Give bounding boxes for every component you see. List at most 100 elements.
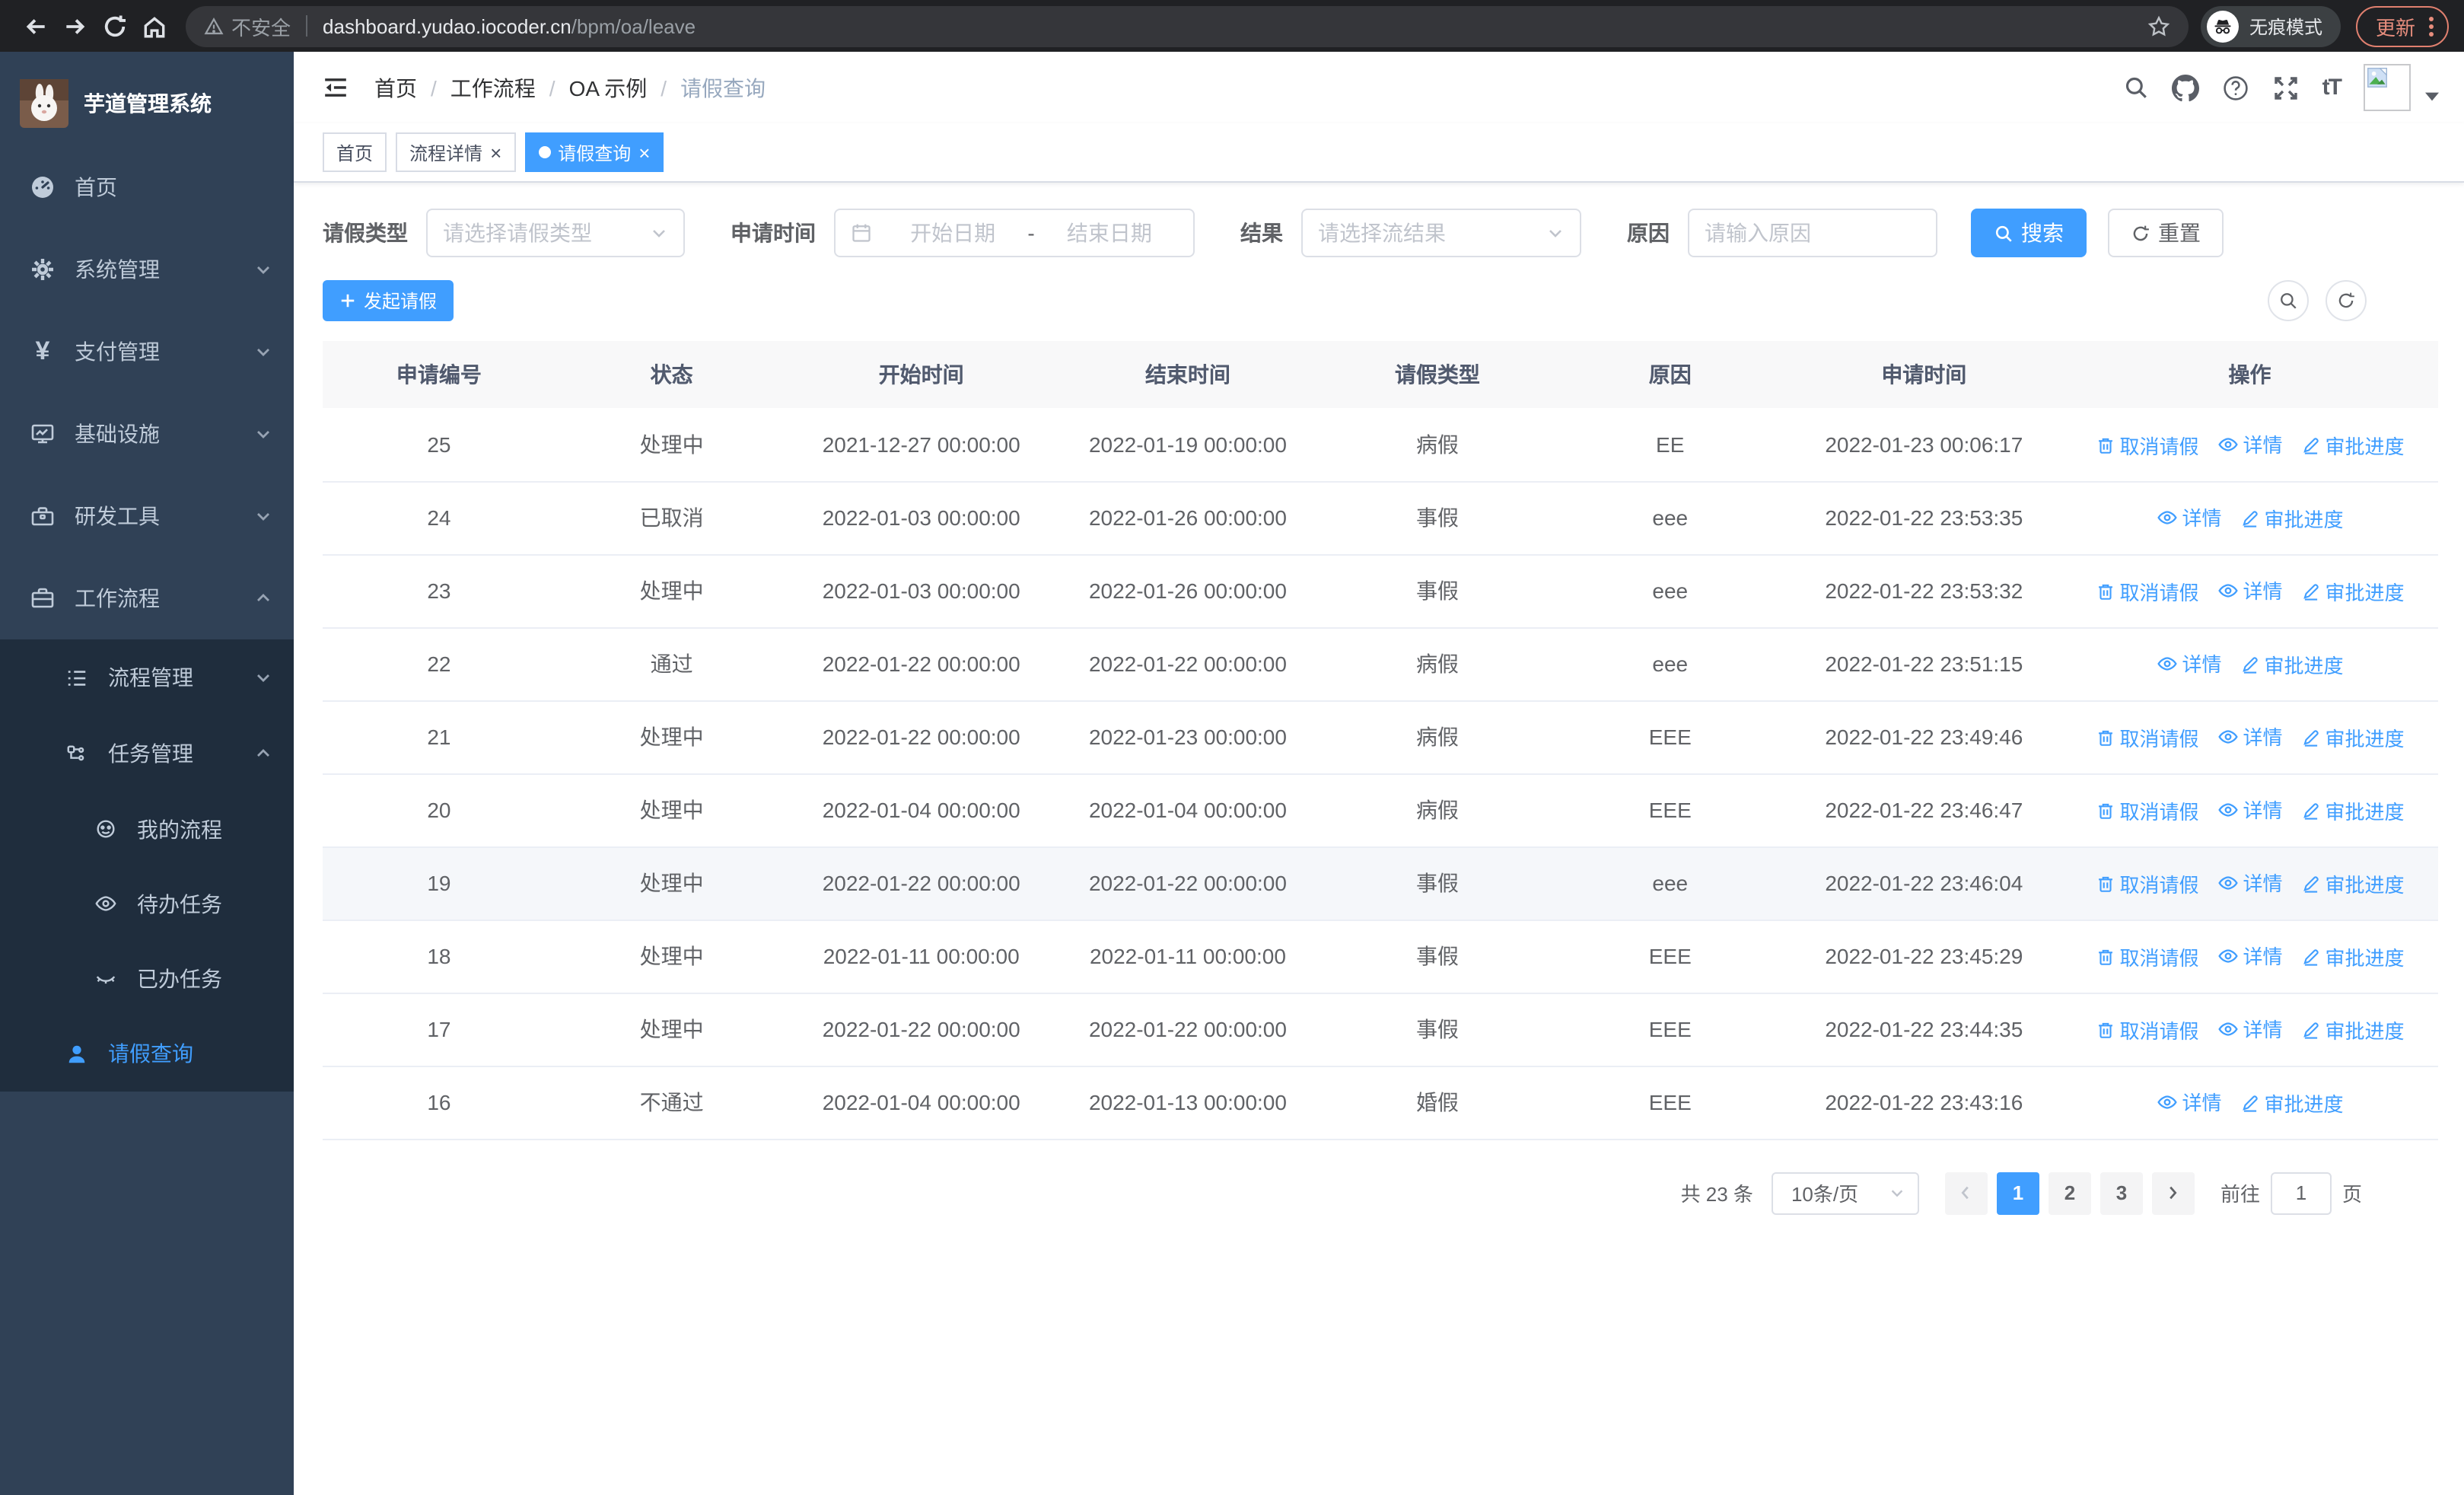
sidebar-item-my-process[interactable]: 我的流程 <box>0 792 294 866</box>
cell-apply-time: 2022-01-22 23:45:29 <box>1786 920 2061 993</box>
detail-action-link[interactable]: 详情 <box>2156 1088 2222 1117</box>
detail-icon <box>2217 433 2238 454</box>
detail-action-link[interactable]: 详情 <box>2217 576 2283 605</box>
detail-action-link[interactable]: 详情 <box>2217 869 2283 897</box>
search-icon[interactable] <box>2123 75 2149 100</box>
sidebar-item-leave-query[interactable]: 请假查询 <box>0 1015 294 1092</box>
reset-button-label: 重置 <box>2158 221 2201 245</box>
page-button-1[interactable]: 1 <box>1996 1171 2039 1214</box>
sidebar-item-process-mgmt[interactable]: 流程管理 <box>0 639 294 716</box>
sidebar-item-devtools[interactable]: 研发工具 <box>0 475 294 557</box>
table-row: 20 处理中 2022-01-04 00:00:00 2022-01-04 00:00… <box>323 773 2438 847</box>
progress-action-link[interactable]: 审批进度 <box>2301 577 2405 606</box>
detail-action-link[interactable]: 详情 <box>2217 429 2283 458</box>
sidebar-item-home[interactable]: 首页 <box>0 146 294 228</box>
page-button-3[interactable]: 3 <box>2099 1171 2143 1214</box>
cancel-action-link[interactable]: 取消请假 <box>2095 1015 2198 1044</box>
cell-actions: 取消请假 详情 审批进度 <box>2061 554 2438 628</box>
sidebar-item-todo-tasks[interactable]: 待办任务 <box>0 866 294 941</box>
sidebar-item-system[interactable]: 系统管理 <box>0 228 294 311</box>
reset-button[interactable]: 重置 <box>2108 209 2224 257</box>
page-size-select[interactable]: 10条/页 <box>1771 1171 1919 1214</box>
close-icon[interactable]: × <box>638 142 650 162</box>
cell-apply-time: 2022-01-22 23:46:47 <box>1786 773 2061 847</box>
progress-action-link[interactable]: 审批进度 <box>2301 796 2405 825</box>
leave-type-select[interactable]: 请选择请假类型 <box>426 209 685 257</box>
progress-action-link[interactable]: 审批进度 <box>2301 942 2405 971</box>
detail-action-link[interactable]: 详情 <box>2217 795 2283 824</box>
address-bar[interactable]: 不安全 dashboard.yudao.iocoder.cn /bpm/oa/l… <box>186 5 2189 46</box>
progress-action-link[interactable]: 审批进度 <box>2301 430 2405 459</box>
cell-actions: 取消请假 详情 审批进度 <box>2061 700 2438 774</box>
cell-apply-time: 2022-01-22 23:53:35 <box>1786 481 2061 555</box>
reason-input[interactable] <box>1688 209 1937 257</box>
detail-action-link[interactable]: 详情 <box>2217 942 2283 971</box>
bookmark-star-icon[interactable] <box>2147 14 2170 37</box>
tab-process-detail[interactable]: 流程详情 × <box>396 132 516 172</box>
avatar-caret-icon[interactable] <box>2424 91 2440 102</box>
chevron-down-icon <box>254 507 272 525</box>
dashboard-icon <box>30 175 55 199</box>
progress-icon <box>2301 728 2321 748</box>
progress-action-link[interactable]: 审批进度 <box>2240 1089 2344 1117</box>
security-status[interactable]: 不安全 <box>204 11 291 40</box>
toggle-search-icon[interactable] <box>2268 280 2309 321</box>
github-icon[interactable] <box>2171 74 2199 101</box>
chevron-down-icon <box>254 343 272 361</box>
cancel-action-link[interactable]: 取消请假 <box>2095 942 2198 971</box>
browser-update-button[interactable]: 更新 <box>2355 5 2449 46</box>
sidebar-item-done-tasks[interactable]: 已办任务 <box>0 941 294 1015</box>
cell-type: 事假 <box>1321 920 1554 993</box>
refresh-table-icon[interactable] <box>2326 280 2367 321</box>
avatar[interactable] <box>2364 64 2411 111</box>
browser-reload-icon[interactable] <box>94 6 134 46</box>
progress-action-link[interactable]: 审批进度 <box>2301 1015 2405 1044</box>
page-button-2[interactable]: 2 <box>2048 1171 2091 1214</box>
sidebar-item-label: 待办任务 <box>137 891 222 916</box>
cancel-action-link[interactable]: 取消请假 <box>2095 723 2198 752</box>
search-button[interactable]: 搜索 <box>1971 209 2087 257</box>
breadcrumb: 首页 / 工作流程 / OA 示例 / 请假查询 <box>374 72 766 103</box>
result-select[interactable]: 请选择流结果 <box>1301 209 1581 257</box>
browser-back-icon[interactable] <box>15 6 55 46</box>
progress-action-link[interactable]: 审批进度 <box>2240 504 2344 533</box>
prev-page-button[interactable] <box>1944 1171 1988 1214</box>
detail-action-link[interactable]: 详情 <box>2156 649 2222 678</box>
breadcrumb-workflow[interactable]: 工作流程 <box>450 72 536 103</box>
breadcrumb-oa-example[interactable]: OA 示例 <box>569 72 648 103</box>
cancel-action-link[interactable]: 取消请假 <box>2095 577 2198 606</box>
sidebar-collapse-icon[interactable] <box>323 75 349 100</box>
tab-home[interactable]: 首页 <box>323 132 387 172</box>
apply-time-range-picker[interactable]: 开始日期 - 结束日期 <box>834 209 1195 257</box>
table-row: 16 不通过 2022-01-04 00:00:00 2022-01-13 00:00… <box>323 1066 2438 1140</box>
progress-action-link[interactable]: 审批进度 <box>2301 723 2405 752</box>
fullscreen-icon[interactable] <box>2272 74 2300 101</box>
sidebar-item-infra[interactable]: 基础设施 <box>0 393 294 475</box>
cancel-action-link[interactable]: 取消请假 <box>2095 430 2198 459</box>
sidebar-item-task-mgmt[interactable]: 任务管理 <box>0 716 294 792</box>
cancel-icon <box>2095 874 2115 894</box>
sidebar-item-workflow[interactable]: 工作流程 <box>0 557 294 639</box>
goto-page-input[interactable] <box>2270 1171 2332 1214</box>
cell-reason: eee <box>1553 554 1787 628</box>
detail-action-link[interactable]: 详情 <box>2156 503 2222 532</box>
progress-action-link[interactable]: 审批进度 <box>2240 650 2344 679</box>
cancel-action-link[interactable]: 取消请假 <box>2095 869 2198 898</box>
detail-action-link[interactable]: 详情 <box>2217 722 2283 751</box>
create-leave-button[interactable]: 发起请假 <box>323 280 454 321</box>
font-size-icon[interactable]: tT <box>2322 75 2342 100</box>
eye-open-icon <box>93 891 117 916</box>
browser-home-icon[interactable] <box>134 6 173 46</box>
next-page-button[interactable] <box>2151 1171 2195 1214</box>
sidebar-item-payment[interactable]: ¥ 支付管理 <box>0 311 294 393</box>
progress-action-link[interactable]: 审批进度 <box>2301 869 2405 898</box>
breadcrumb-current: 请假查询 <box>680 75 766 100</box>
browser-forward-icon[interactable] <box>55 6 94 46</box>
cell-start: 2022-01-22 00:00:00 <box>788 627 1055 701</box>
close-icon[interactable]: × <box>490 142 501 162</box>
breadcrumb-home[interactable]: 首页 <box>374 72 417 103</box>
detail-action-link[interactable]: 详情 <box>2217 1015 2283 1044</box>
tab-leave-query[interactable]: 请假查询 × <box>524 132 664 172</box>
cancel-action-link[interactable]: 取消请假 <box>2095 796 2198 825</box>
help-icon[interactable] <box>2222 74 2249 101</box>
